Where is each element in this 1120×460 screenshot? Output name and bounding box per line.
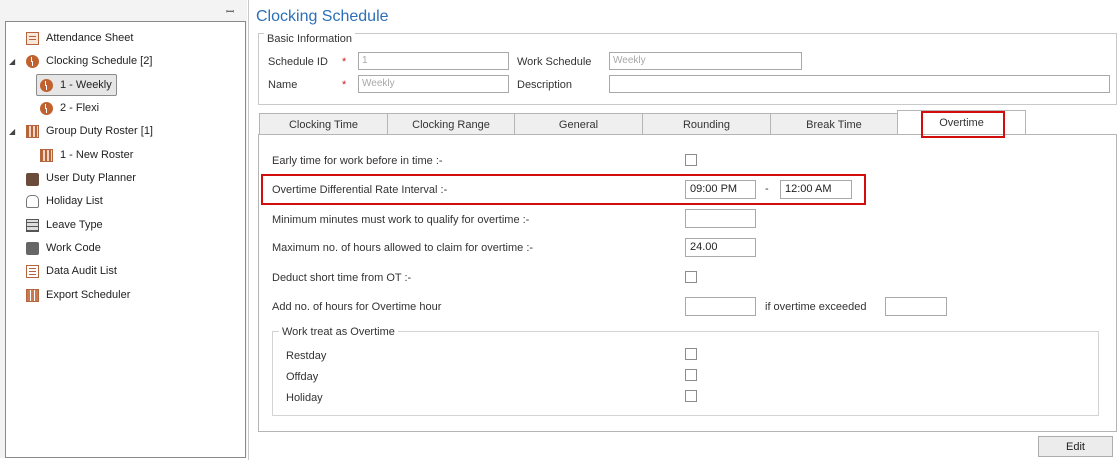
tree-item-label: Leave Type: [46, 219, 103, 231]
if-exceeded-label: if overtime exceeded: [765, 301, 867, 313]
offday-checkbox[interactable]: [685, 369, 697, 381]
export-icon: [26, 288, 39, 302]
tab-general[interactable]: General: [514, 113, 643, 135]
tree-item-user-duty-planner[interactable]: User Duty Planner: [26, 168, 136, 188]
tab-overtime[interactable]: Overtime: [897, 110, 1026, 134]
tree-item-label: Clocking Schedule [2]: [46, 55, 153, 67]
tab-clocking-range[interactable]: Clocking Range: [387, 113, 515, 135]
tab-clocking-time[interactable]: Clocking Time: [259, 113, 388, 135]
tree-item-1-new-roster[interactable]: 1 - New Roster: [40, 145, 133, 165]
basic-information-legend: Basic Information: [264, 33, 355, 45]
list-icon: [26, 264, 39, 278]
description-label: Description: [517, 79, 573, 91]
roster-icon: [40, 148, 53, 162]
max-hours-label: Maximum no. of hours allowed to claim fo…: [272, 242, 534, 254]
grid-icon: [26, 218, 39, 232]
tree-item-label: Export Scheduler: [46, 289, 131, 301]
pin-icon[interactable]: ꟷ: [226, 4, 234, 18]
expander-clocking-schedule-icon[interactable]: ◢: [9, 57, 15, 66]
add-hours-field[interactable]: [685, 297, 756, 316]
tree-item-label: Holiday List: [46, 195, 103, 207]
offday-label: Offday: [286, 371, 319, 383]
panel-divider[interactable]: [248, 0, 249, 460]
work-treat-legend: Work treat as Overtime: [279, 326, 398, 338]
differential-from-field[interactable]: 09:00 PM: [685, 180, 756, 199]
name-required-mark: *: [342, 79, 347, 91]
max-hours-field[interactable]: 24.00: [685, 238, 756, 257]
if-exceeded-field[interactable]: [885, 297, 947, 316]
schedule-id-label: Schedule ID: [268, 56, 328, 68]
description-field[interactable]: [609, 75, 1110, 93]
add-hours-label: Add no. of hours for Overtime hour: [272, 301, 442, 313]
tree-item-attendance-sheet[interactable]: Attendance Sheet: [26, 28, 133, 48]
tree-item-2-flexi[interactable]: 2 - Flexi: [40, 98, 99, 118]
tree-item-label: Data Audit List: [46, 265, 117, 277]
clock-icon: [40, 78, 53, 92]
clock-icon: [40, 101, 53, 115]
tab-break-time[interactable]: Break Time: [770, 113, 898, 135]
page-title: Clocking Schedule: [256, 8, 389, 25]
min-minutes-label: Minimum minutes must work to qualify for…: [272, 214, 530, 226]
name-label: Name: [268, 79, 298, 91]
tree-item-work-code[interactable]: Work Code: [26, 238, 101, 258]
tree-item-leave-type[interactable]: Leave Type: [26, 215, 103, 235]
attendance-sheet-icon: [26, 31, 39, 45]
tab-rounding[interactable]: Rounding: [642, 113, 771, 135]
tree-item-holiday-list[interactable]: Holiday List: [26, 191, 103, 211]
tree-item-data-audit-list[interactable]: Data Audit List: [26, 261, 117, 281]
tree-item-label: 1 - Weekly: [60, 79, 112, 91]
tree-item-label: Attendance Sheet: [46, 32, 134, 44]
work-schedule-label: Work Schedule: [517, 56, 592, 68]
tree-item-label: Work Code: [46, 242, 101, 254]
schedule-id-field[interactable]: 1: [358, 52, 509, 70]
differential-to-field[interactable]: 12:00 AM: [780, 180, 852, 199]
work-schedule-field[interactable]: Weekly: [609, 52, 802, 70]
deduct-short-label: Deduct short time from OT :-: [272, 272, 412, 284]
tree-item-1-weekly[interactable]: 1 - Weekly: [36, 74, 117, 96]
min-minutes-field[interactable]: [685, 209, 756, 228]
early-time-checkbox[interactable]: [685, 154, 697, 166]
tree-item-clocking-schedule[interactable]: Clocking Schedule [2]: [26, 51, 152, 71]
tree-item-label: Group Duty Roster [1]: [46, 125, 153, 137]
tree-item-label: 2 - Flexi: [60, 102, 100, 114]
tree-item-group-duty-roster[interactable]: Group Duty Roster [1]: [26, 121, 153, 141]
holiday-checkbox[interactable]: [685, 390, 697, 402]
chat-icon: [26, 241, 39, 255]
roster-icon: [26, 124, 39, 138]
holiday-label: Holiday: [286, 392, 323, 404]
differential-separator: -: [765, 183, 769, 195]
navigation-header: ꟷ: [0, 0, 247, 20]
name-field[interactable]: Weekly: [358, 75, 509, 93]
early-time-label: Early time for work before in time :-: [272, 155, 443, 167]
clock-icon: [26, 54, 39, 68]
tree-item-label: 1 - New Roster: [60, 149, 134, 161]
expander-group-duty-roster-icon[interactable]: ◢: [9, 127, 15, 136]
deduct-short-checkbox[interactable]: [685, 271, 697, 283]
tree-item-export-scheduler[interactable]: Export Scheduler: [26, 285, 130, 305]
restday-label: Restday: [286, 350, 327, 362]
schedule-id-required-mark: *: [342, 56, 347, 68]
briefcase-icon: [26, 172, 39, 186]
edit-button[interactable]: Edit: [1038, 436, 1113, 457]
slippers-icon: [26, 194, 39, 208]
restday-checkbox[interactable]: [685, 348, 697, 360]
overtime-differential-label: Overtime Differential Rate Interval :-: [272, 184, 448, 196]
tree-item-label: User Duty Planner: [46, 172, 136, 184]
